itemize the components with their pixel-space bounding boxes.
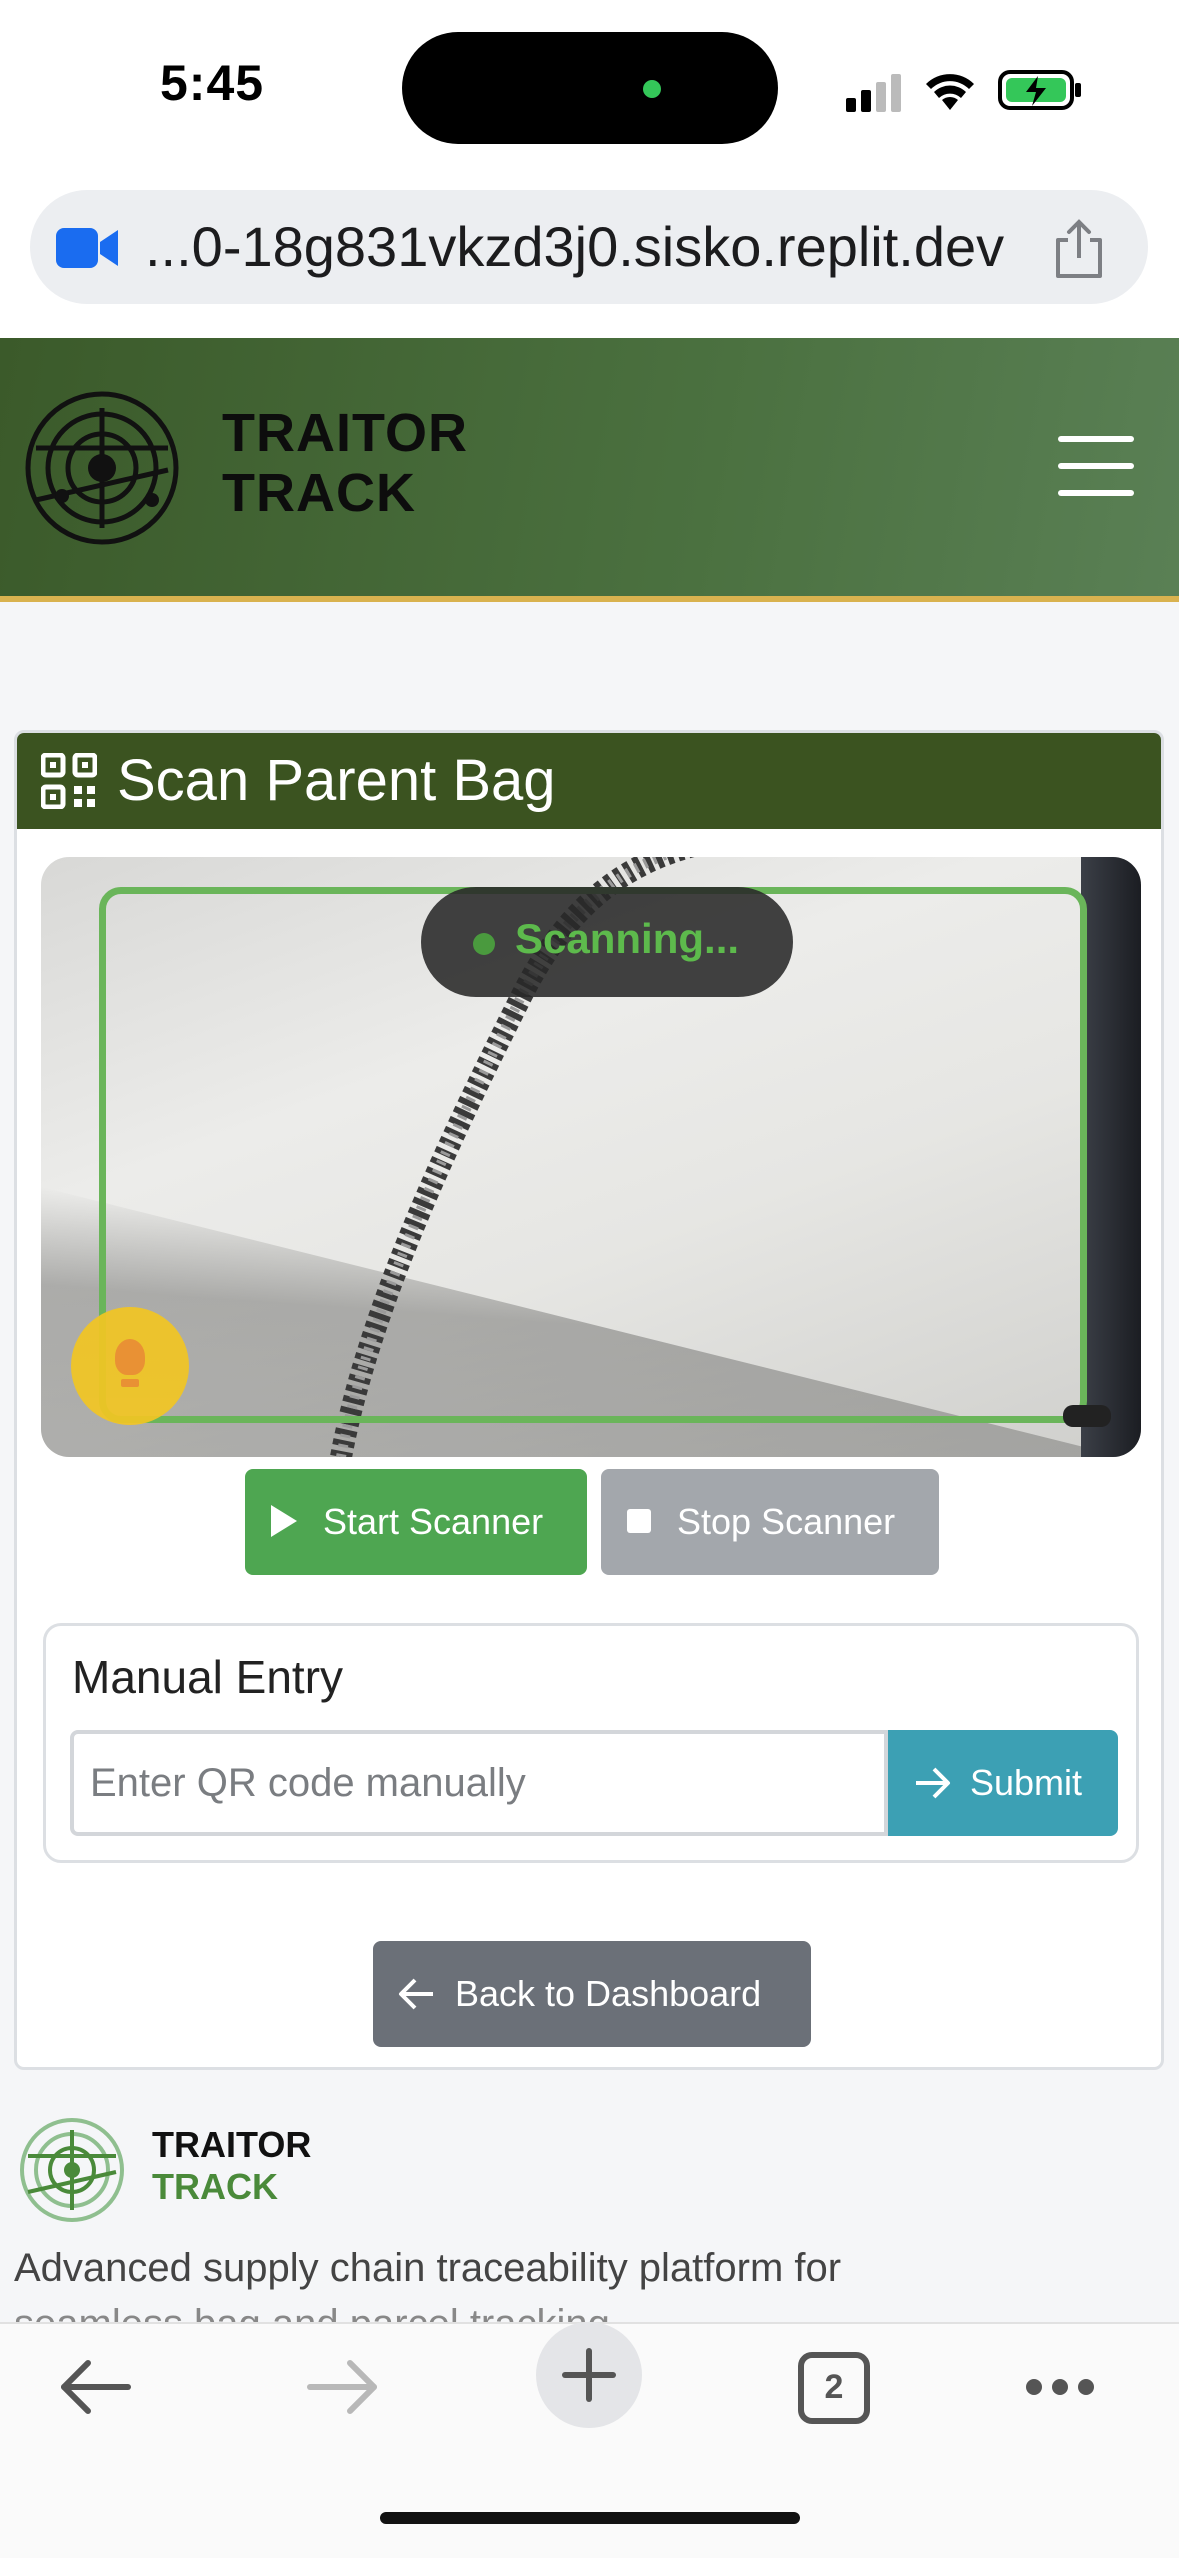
- stop-scanner-button[interactable]: Stop Scanner: [601, 1469, 939, 1575]
- arrow-right-icon: [916, 1767, 950, 1799]
- brand-name-line2: TRACK: [222, 463, 416, 523]
- dynamic-island: [402, 32, 778, 144]
- footer-brand-line2: TRACK: [152, 2166, 278, 2207]
- scan-card: Scan Parent Bag Scanning... Start Scanne…: [14, 730, 1164, 2070]
- footer-logo-icon: [20, 2118, 124, 2222]
- video-camera-icon: [56, 228, 118, 268]
- qr-code-input[interactable]: [70, 1730, 888, 1836]
- scan-status-badge: Scanning...: [421, 887, 793, 997]
- camera-indicator-dot: [643, 80, 661, 98]
- start-scanner-label: Start Scanner: [323, 1501, 544, 1542]
- cellular-signal-icon: [846, 74, 901, 112]
- battery-charging-icon: [998, 70, 1081, 110]
- hamburger-menu-icon[interactable]: [1058, 436, 1134, 496]
- scanning-indicator-dot: [473, 933, 495, 955]
- footer-description: Advanced supply chain traceability platf…: [14, 2246, 842, 2290]
- wifi-icon: [926, 74, 974, 110]
- plus-icon: [562, 2348, 616, 2402]
- back-to-dashboard-label: Back to Dashboard: [455, 1973, 762, 2014]
- play-icon: [271, 1505, 297, 1537]
- lightbulb-base-icon: [121, 1379, 139, 1387]
- more-options-icon[interactable]: [1024, 2376, 1096, 2398]
- status-time: 5:45: [160, 55, 265, 111]
- card-title: Scan Parent Bag: [117, 748, 556, 813]
- scan-status-text: Scanning...: [515, 915, 740, 962]
- tabs-button[interactable]: 2: [798, 2352, 870, 2424]
- manual-entry-panel: Manual Entry Submit: [43, 1623, 1139, 1863]
- stop-scanner-label: Stop Scanner: [677, 1501, 896, 1542]
- qr-code-icon: [41, 753, 97, 809]
- url-text[interactable]: ...0-18g831vkzd3j0.sisko.replit.dev: [145, 214, 1004, 279]
- submit-button[interactable]: Submit: [888, 1730, 1118, 1836]
- submit-label: Submit: [970, 1762, 1083, 1803]
- tab-count: 2: [824, 2368, 844, 2406]
- start-scanner-button[interactable]: Start Scanner: [245, 1469, 587, 1575]
- traitor-track-logo-icon[interactable]: [22, 388, 182, 548]
- lightbulb-icon: [115, 1339, 145, 1375]
- arrow-left-icon: [399, 1978, 433, 2010]
- forward-arrow-icon[interactable]: [306, 2358, 380, 2416]
- card-header: Scan Parent Bag: [17, 733, 1161, 829]
- camera-scene-edge: [1081, 857, 1141, 1457]
- back-to-dashboard-button[interactable]: Back to Dashboard: [373, 1941, 811, 2047]
- back-arrow-icon[interactable]: [58, 2358, 132, 2416]
- share-icon[interactable]: [1052, 218, 1106, 280]
- flashlight-toggle-button[interactable]: [71, 1307, 189, 1425]
- home-indicator: [380, 2512, 800, 2524]
- header-accent-border: [0, 596, 1179, 602]
- manual-entry-title: Manual Entry: [72, 1651, 344, 1703]
- camera-preview: Scanning...: [41, 857, 1141, 1457]
- new-tab-button[interactable]: [536, 2322, 642, 2428]
- footer-brand-line1: TRAITOR: [152, 2124, 312, 2165]
- brand-name-line1: TRAITOR: [222, 403, 468, 463]
- stop-icon: [627, 1509, 651, 1533]
- camera-corner-marker: [1063, 1405, 1111, 1427]
